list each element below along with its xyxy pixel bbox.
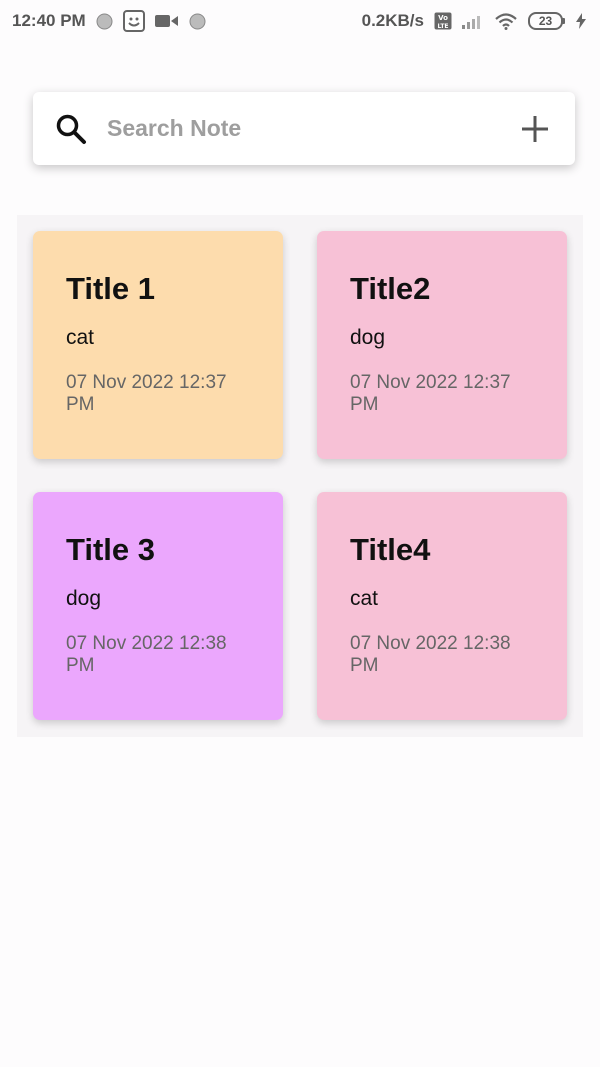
svg-text:Vo: Vo bbox=[438, 14, 448, 22]
note-body: dog bbox=[66, 587, 102, 610]
network-speed: 0.2KB/s bbox=[361, 11, 424, 30]
status-time: 12:40 PM bbox=[12, 11, 86, 30]
battery-level: 23 bbox=[538, 14, 553, 28]
wifi-icon bbox=[494, 12, 518, 30]
video-camera-icon bbox=[154, 13, 179, 29]
note-date: 07 Nov 2022 12:38 PM bbox=[66, 633, 227, 676]
note-title: Title2 bbox=[350, 271, 431, 306]
search-input[interactable] bbox=[107, 108, 515, 149]
status-bar-right: 0.2KB/s Vo LTE 23 bbox=[362, 11, 586, 31]
battery-icon: 23 bbox=[528, 12, 566, 30]
note-date: 07 Nov 2022 12:38 PM bbox=[350, 633, 511, 676]
note-date: 07 Nov 2022 12:37 PM bbox=[66, 372, 227, 415]
add-note-button[interactable] bbox=[515, 109, 555, 149]
volte-icon: Vo LTE bbox=[434, 12, 452, 30]
note-date: 07 Nov 2022 12:37 PM bbox=[350, 372, 511, 415]
plus-icon bbox=[520, 114, 550, 144]
notification-dot-icon bbox=[189, 13, 206, 30]
note-title: Title 1 bbox=[66, 271, 156, 306]
search-bar bbox=[33, 92, 575, 165]
note-card[interactable]: Title 3 dog 07 Nov 2022 12:38 PM bbox=[33, 492, 283, 720]
charging-icon bbox=[576, 13, 586, 29]
note-card[interactable]: Title 1 cat 07 Nov 2022 12:37 PM bbox=[33, 231, 283, 459]
note-body: cat bbox=[350, 587, 379, 610]
search-icon[interactable] bbox=[53, 111, 89, 147]
note-card[interactable]: Title2 dog 07 Nov 2022 12:37 PM bbox=[317, 231, 567, 459]
note-title: Title4 bbox=[350, 532, 431, 567]
note-body: cat bbox=[66, 326, 95, 349]
status-bar: 12:40 PM 0.2KB/s Vo LTE 23 bbox=[0, 0, 600, 42]
note-title: Title 3 bbox=[66, 532, 156, 567]
note-card[interactable]: Title4 cat 07 Nov 2022 12:38 PM bbox=[317, 492, 567, 720]
svg-text:LTE: LTE bbox=[437, 23, 448, 30]
note-body: dog bbox=[350, 326, 386, 349]
notes-grid: Title 1 cat 07 Nov 2022 12:37 PM Title2 … bbox=[17, 215, 583, 737]
status-bar-left: 12:40 PM bbox=[12, 10, 206, 32]
notification-dot-icon bbox=[96, 13, 113, 30]
signal-icon bbox=[462, 13, 484, 29]
face-app-icon bbox=[122, 10, 145, 32]
